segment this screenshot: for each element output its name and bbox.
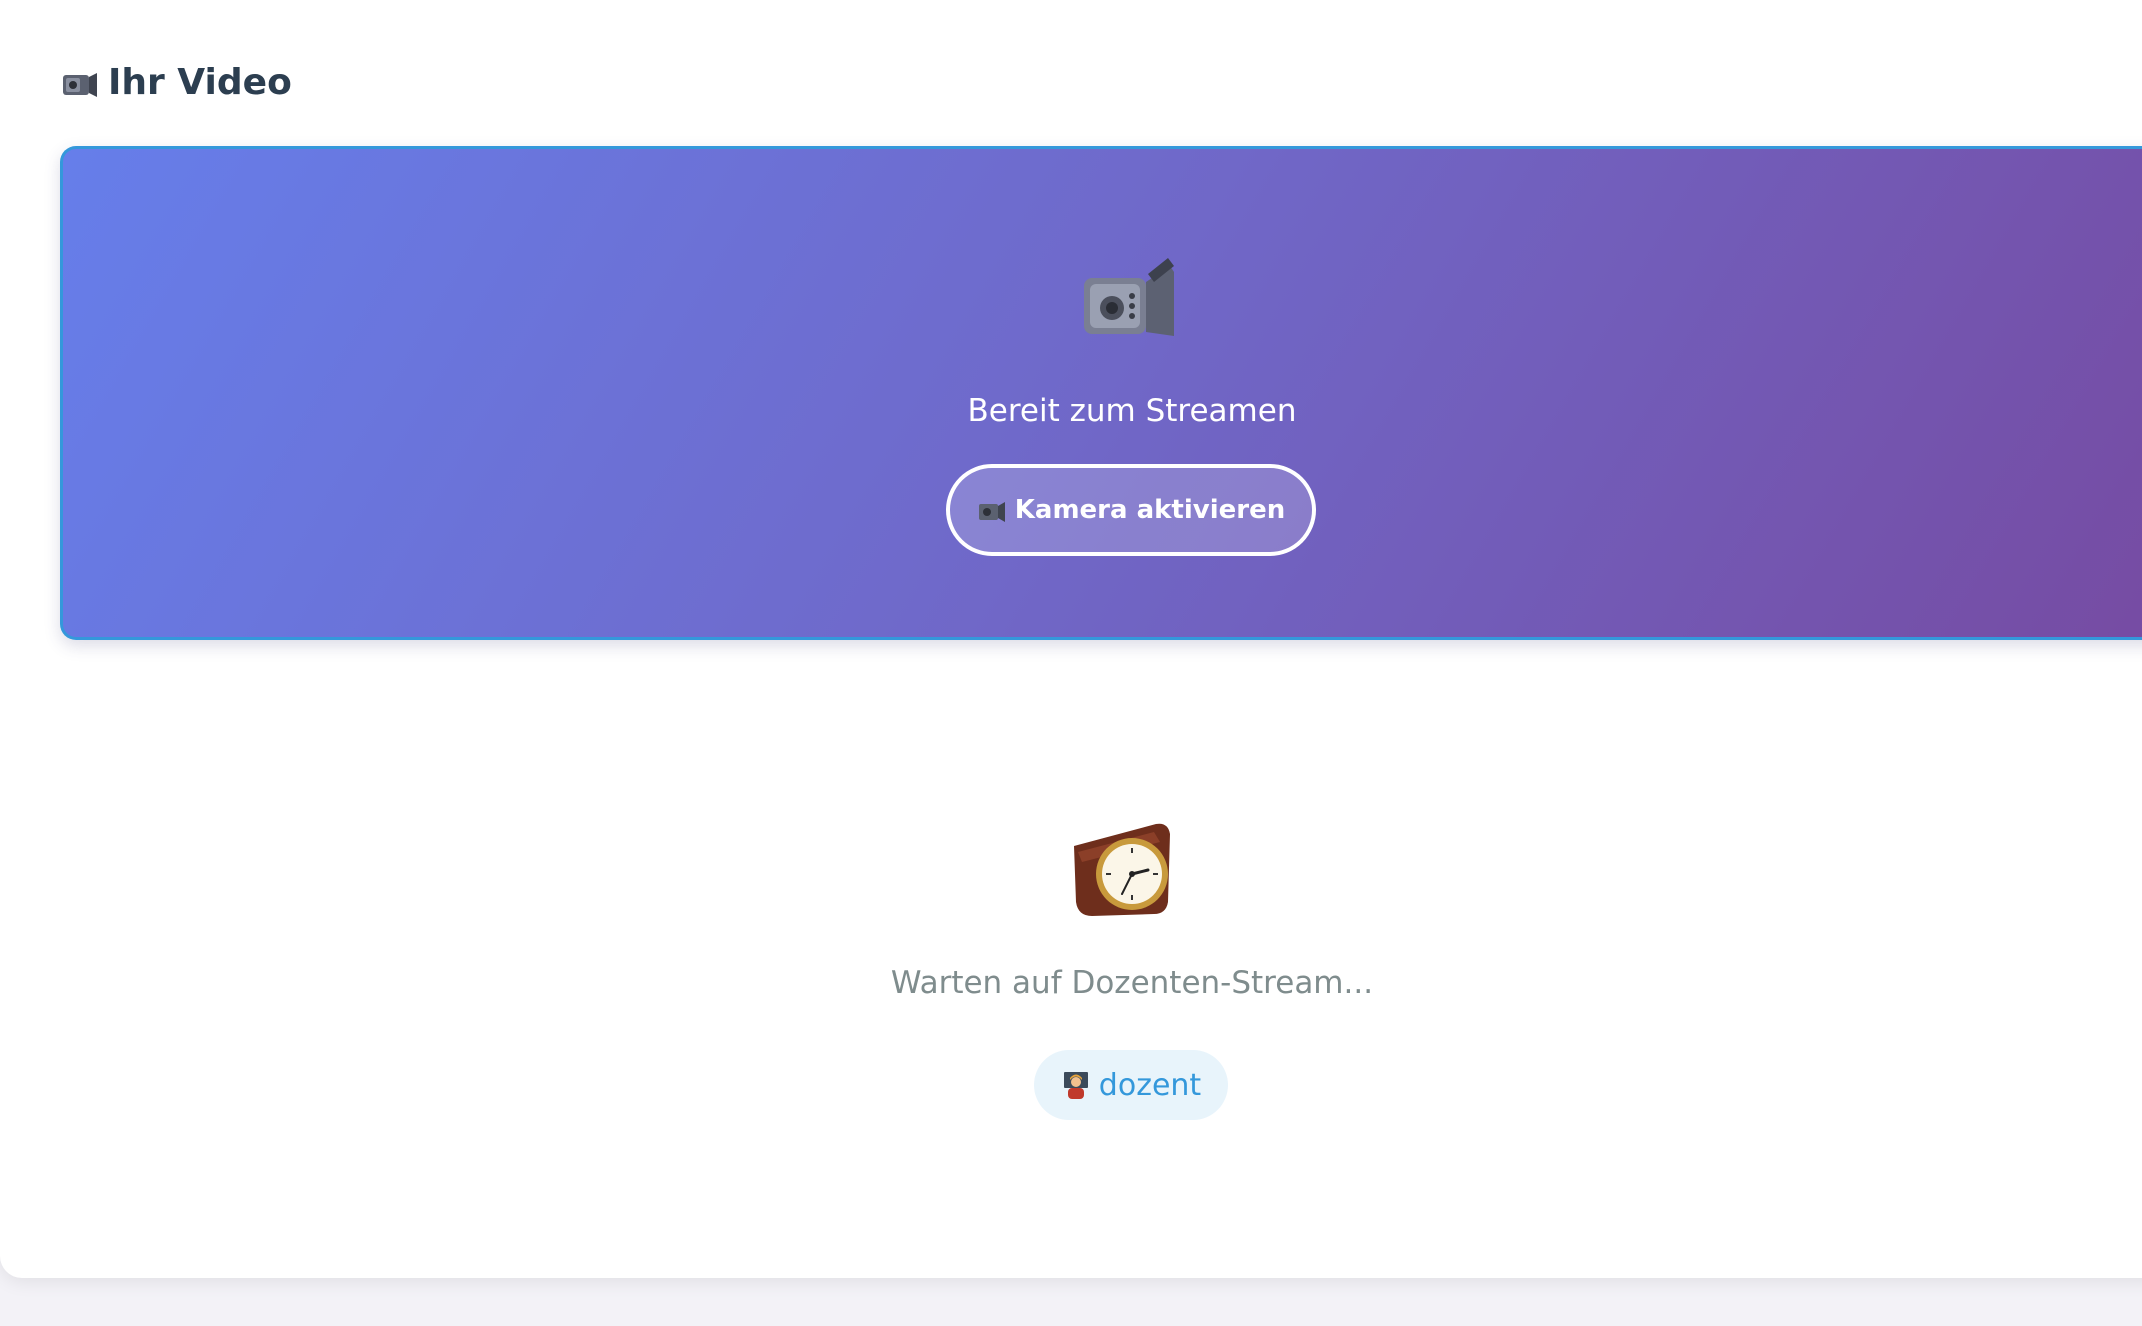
video-camera-icon bbox=[1084, 258, 1174, 336]
stream-status-text: Bereit zum Streamen bbox=[967, 393, 1297, 429]
role-badge-label: dozent bbox=[1098, 1067, 1202, 1103]
section-title: Ihr Video bbox=[60, 62, 292, 103]
waiting-status-text: Warten auf Dozenten-Stream... bbox=[890, 965, 1374, 1001]
video-camera-icon bbox=[978, 502, 1005, 522]
teacher-icon bbox=[1063, 1072, 1088, 1099]
activate-camera-label: Kamera aktivieren bbox=[1014, 495, 1286, 525]
video-camera-icon bbox=[63, 72, 97, 97]
mantelpiece-clock-icon bbox=[1074, 823, 1170, 916]
role-badge: dozent bbox=[1034, 1050, 1228, 1120]
activate-camera-button[interactable]: Kamera aktivieren bbox=[946, 464, 1316, 556]
section-title-text: Ihr Video bbox=[108, 62, 292, 103]
